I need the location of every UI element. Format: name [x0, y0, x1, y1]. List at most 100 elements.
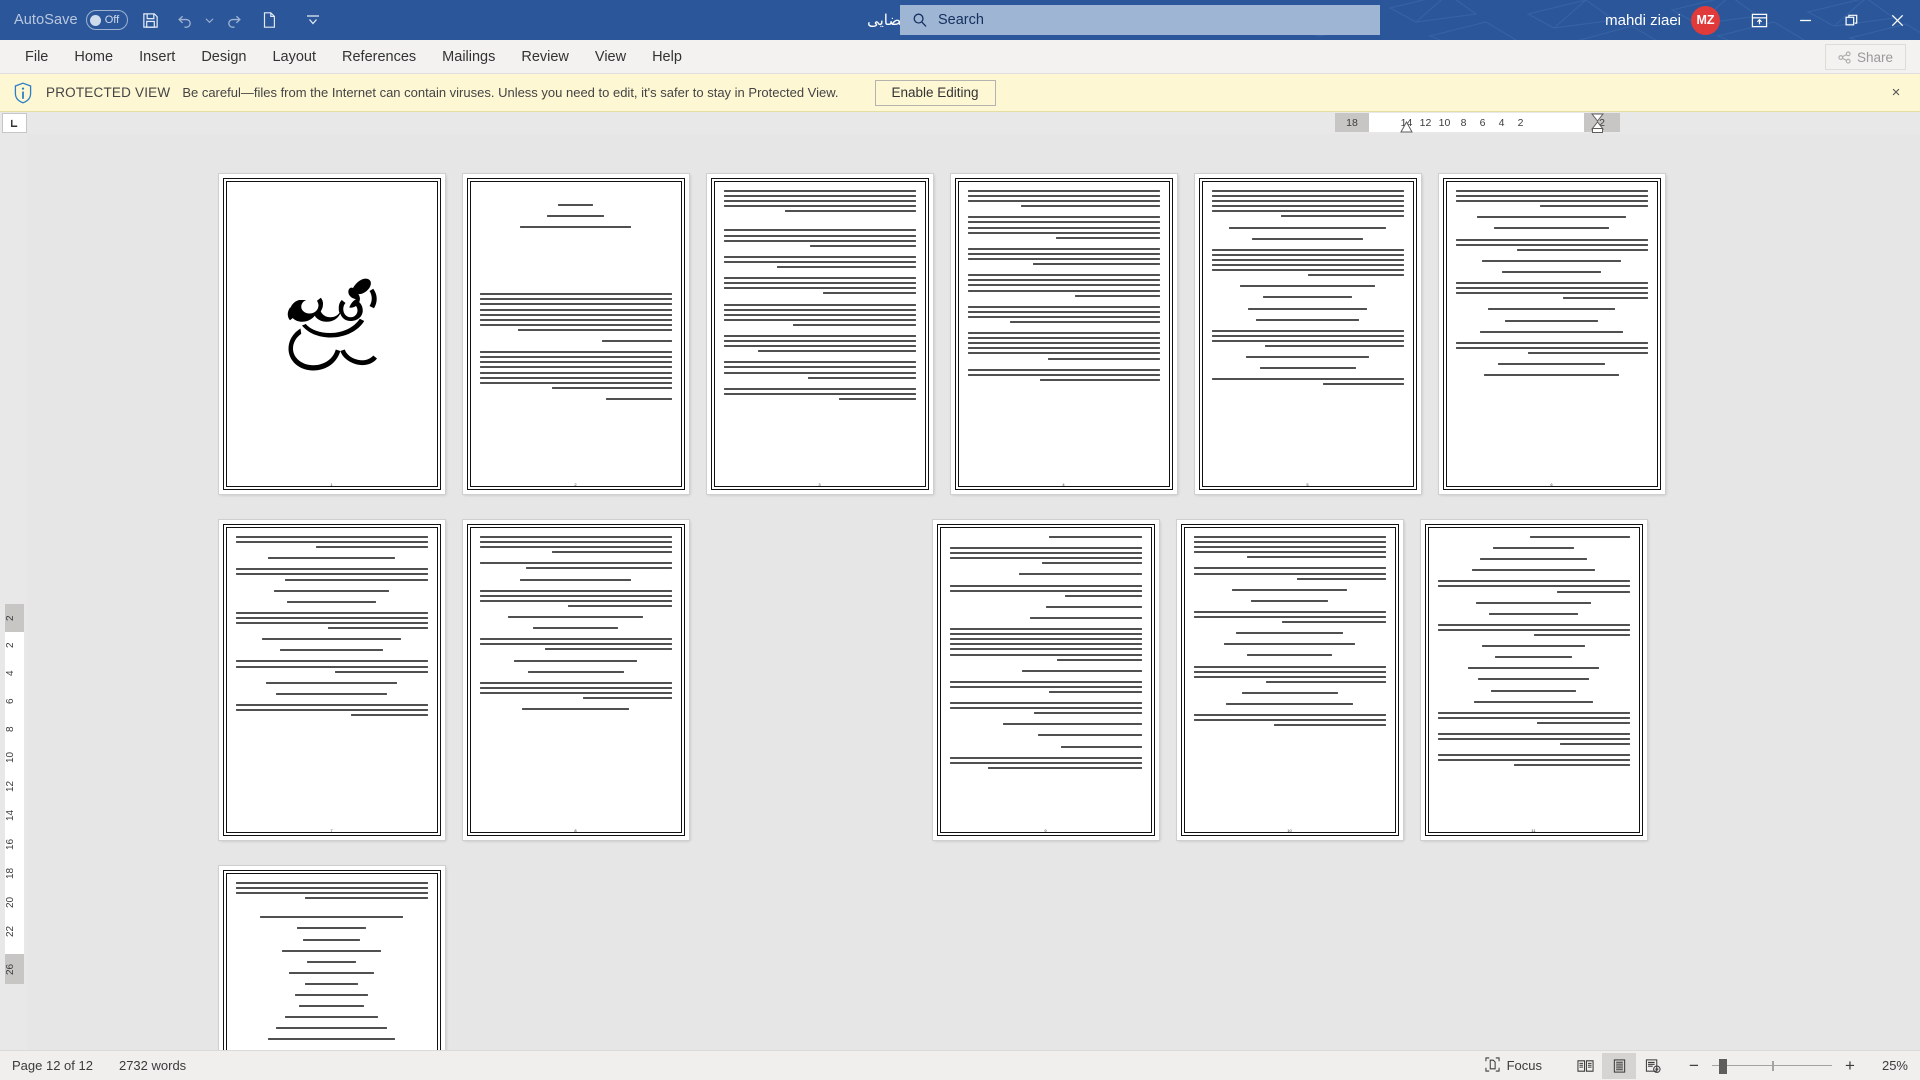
protected-view-bar: PROTECTED VIEW Be careful—files from the…	[0, 74, 1920, 112]
horizontal-ruler[interactable]: 18 14 12 10 8 6 4 2 2	[1335, 113, 1620, 132]
page-grid: 1 2 3 4 5 6 7 8 9 10 11	[218, 174, 1729, 1050]
redo-icon[interactable]	[218, 4, 252, 36]
save-icon[interactable]	[134, 4, 168, 36]
tab-stop-selector[interactable]	[2, 113, 27, 133]
tab-insert[interactable]: Insert	[126, 42, 188, 72]
page-canvas[interactable]: 1 2 3 4 5 6 7 8 9 10 11	[27, 134, 1920, 1050]
document-page[interactable]: 8	[462, 520, 689, 840]
document-page[interactable]: 7	[218, 520, 445, 840]
page-number: 4	[1062, 482, 1065, 487]
ruler-tick-6: 6	[1479, 116, 1486, 129]
zoom-slider[interactable]	[1712, 1058, 1832, 1074]
page-content	[967, 190, 1160, 472]
tab-home[interactable]: Home	[61, 42, 126, 72]
enable-editing-button[interactable]: Enable Editing	[874, 79, 996, 106]
avatar[interactable]: MZ	[1691, 5, 1720, 35]
document-page[interactable]: 5	[1194, 174, 1421, 494]
document-area: 2 2 4 6 8 10 12 14 16 18 20 22 26 1 2 3 …	[0, 134, 1920, 1050]
share-button[interactable]: Share	[1824, 44, 1906, 70]
page-content	[479, 190, 672, 472]
tab-file[interactable]: File	[12, 42, 61, 72]
page-content	[1193, 536, 1386, 818]
search-input[interactable]: Search	[900, 5, 1380, 35]
ruler-left-margin: 18	[1335, 113, 1369, 132]
info-shield-icon	[12, 82, 34, 104]
vruler-tick-8: 8	[5, 726, 16, 732]
page-content	[1211, 190, 1404, 472]
page-content	[1437, 536, 1630, 818]
page-number: 1	[330, 482, 333, 487]
page-content	[235, 536, 428, 818]
vruler-tick-10: 10	[5, 751, 16, 763]
document-page[interactable]: 12	[218, 866, 445, 1050]
page-indicator[interactable]: Page 12 of 12	[12, 1058, 93, 1073]
undo-icon[interactable]	[168, 4, 202, 36]
read-mode-icon[interactable]	[1568, 1053, 1602, 1079]
protected-view-message: Be careful—files from the Internet can c…	[182, 85, 839, 100]
vruler-tick-20: 20	[5, 896, 16, 908]
ruler-tick-2: 2	[1517, 116, 1524, 129]
new-document-icon[interactable]	[252, 4, 286, 36]
document-page[interactable]: 4	[950, 174, 1177, 494]
autosave-label: AutoSave	[14, 12, 78, 28]
document-page[interactable]: 10	[1176, 520, 1403, 840]
page-number: 6	[1550, 482, 1553, 487]
tab-references[interactable]: References	[329, 42, 429, 72]
page-number: 8	[574, 828, 577, 833]
focus-button[interactable]: Focus	[1485, 1056, 1542, 1075]
tab-layout[interactable]: Layout	[259, 42, 329, 72]
document-page[interactable]: 6	[1438, 174, 1665, 494]
zoom-control[interactable]: − + 25%	[1686, 1056, 1908, 1076]
ruler-tick-8: 8	[1460, 116, 1467, 129]
account-name[interactable]: mahdi ziaei	[1605, 12, 1681, 29]
ruler-row: 18 14 12 10 8 6 4 2 2	[0, 112, 1920, 134]
share-label: Share	[1856, 49, 1893, 65]
search-icon	[912, 12, 928, 28]
ribbon-tabs: File Home Insert Design Layout Reference…	[0, 40, 1920, 74]
vruler-tick-22: 22	[5, 925, 16, 937]
hanging-indent-marker[interactable]	[1591, 113, 1604, 133]
web-layout-icon[interactable]	[1636, 1053, 1670, 1079]
ruler-tick-10: 10	[1438, 116, 1451, 129]
zoom-slider-midpoint	[1772, 1060, 1774, 1071]
print-layout-icon[interactable]	[1602, 1052, 1636, 1079]
document-page[interactable]: 2	[462, 174, 689, 494]
focus-icon	[1485, 1056, 1500, 1075]
page-number: 11	[1531, 828, 1536, 833]
first-line-indent-marker[interactable]	[1400, 121, 1413, 133]
status-bar-right-group: Focus − + 25%	[1485, 1052, 1908, 1079]
vruler-tick-12: 12	[5, 780, 16, 792]
tab-mailings[interactable]: Mailings	[429, 42, 508, 72]
word-count[interactable]: 2732 words	[119, 1058, 186, 1073]
zoom-level[interactable]: 25%	[1868, 1058, 1908, 1073]
minimize-button[interactable]	[1782, 0, 1828, 40]
vruler-tick-26: 26	[5, 963, 16, 975]
autosave-state: Off	[104, 14, 120, 26]
close-icon[interactable]: ×	[1886, 83, 1906, 103]
autosave-toggle[interactable]: AutoSave Off	[10, 6, 134, 34]
vertical-ruler[interactable]: 2 2 4 6 8 10 12 14 16 18 20 22 26	[0, 134, 27, 1050]
undo-dropdown-icon[interactable]	[202, 4, 218, 36]
page-content	[235, 882, 428, 1050]
customize-quick-access-toolbar-icon[interactable]	[296, 4, 330, 36]
zoom-slider-handle[interactable]	[1719, 1058, 1727, 1074]
tab-view[interactable]: View	[582, 42, 639, 72]
restore-button[interactable]	[1828, 0, 1874, 40]
zoom-out-button[interactable]: −	[1686, 1056, 1702, 1076]
page-content	[1455, 190, 1648, 472]
page-number: 3	[818, 482, 821, 487]
document-page[interactable]: 9	[932, 520, 1159, 840]
autosave-switch[interactable]: Off	[85, 10, 128, 30]
tab-design[interactable]: Design	[188, 42, 259, 72]
tab-help[interactable]: Help	[639, 42, 695, 72]
zoom-in-button[interactable]: +	[1842, 1056, 1858, 1076]
vruler-tick-18: 18	[5, 867, 16, 879]
ribbon-display-options-icon[interactable]	[1736, 0, 1782, 40]
document-page[interactable]: 11	[1420, 520, 1647, 840]
document-page[interactable]: 1	[218, 174, 445, 494]
vruler-tick-16: 16	[5, 838, 16, 850]
tab-review[interactable]: Review	[508, 42, 582, 72]
document-page[interactable]: 3	[706, 174, 933, 494]
page-number: 5	[1306, 482, 1309, 487]
close-button[interactable]	[1874, 0, 1920, 40]
